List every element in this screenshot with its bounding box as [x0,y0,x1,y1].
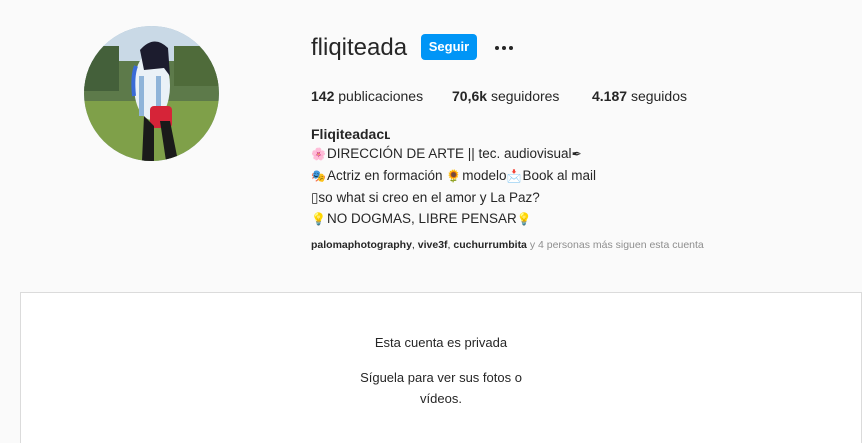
more-options-icon[interactable] [492,38,516,58]
private-subtitle: Síguela para ver sus fotos o vídeos. [360,370,522,406]
lightbulb-icon: 💡 [311,212,326,226]
pen-icon: ✒ [571,147,582,161]
profile-username: fliqiteada [311,34,408,61]
posts-count: 142 [311,88,335,104]
following-count: 4.187 [592,88,628,104]
followed-by-suffix: y 4 personas más siguen esta cuenta [526,239,704,251]
followers-count: 70,6k [452,88,488,104]
profile-avatar[interactable] [84,26,219,161]
followers-label: seguidores [490,88,560,104]
bio-text: NO DOGMAS, LIBRE PENSAR [326,211,517,226]
theater-masks-icon: 🎭 [311,169,326,183]
posts-label: publicaciones [338,88,424,104]
bio-line: 🎭Actriz en formación 🌻modelo📩Book al mai… [311,165,596,187]
followed-by-account[interactable]: cuchurrumbita [453,239,527,251]
followed-by-account[interactable]: palomaphotography [311,239,412,251]
followed-by: palomaphotography, vive3f, cuchurrumbita… [311,238,704,252]
more-options-dot [502,46,506,50]
stat-following[interactable]: 4.187 seguidos [592,87,687,105]
bio-text: ▯so what si creo en el amor y La Paz? [311,190,540,205]
more-options-dot [495,46,499,50]
private-title: Esta cuenta es privada [374,335,508,350]
followed-by-account[interactable]: vive3f [418,239,448,251]
flower-icon: 🌸 [311,147,326,161]
envelope-icon: 📩 [506,169,522,183]
stat-followers[interactable]: 70,6k seguidores [452,87,559,105]
profile-full-name: Fliqiteadaᴄʟ [311,126,391,142]
bio-line: 🌸DIRECCIÓN DE ARTE || tec. audiovisual✒ [311,143,596,165]
stat-posts: 142 publicaciones [311,87,423,105]
more-options-dot [509,46,513,50]
bio-text: DIRECCIÓN DE ARTE || tec. audiovisual [326,146,572,161]
bio-text: Actriz en formación [326,168,447,183]
private-account-panel: Esta cuenta es privada Síguela para ver … [20,292,862,443]
bio-line: ▯so what si creo en el amor y La Paz? [311,187,596,208]
sunflower-icon: 🌻 [446,169,462,183]
bio-text: Book al mail [522,168,596,183]
lightbulb-icon: 💡 [516,212,532,226]
following-label: seguidos [630,88,687,104]
follow-button[interactable]: Seguir [421,34,477,60]
bio-line: 💡NO DOGMAS, LIBRE PENSAR💡 [311,208,596,230]
bio-text: modelo [462,168,507,183]
profile-bio: 🌸DIRECCIÓN DE ARTE || tec. audiovisual✒ … [311,143,596,230]
